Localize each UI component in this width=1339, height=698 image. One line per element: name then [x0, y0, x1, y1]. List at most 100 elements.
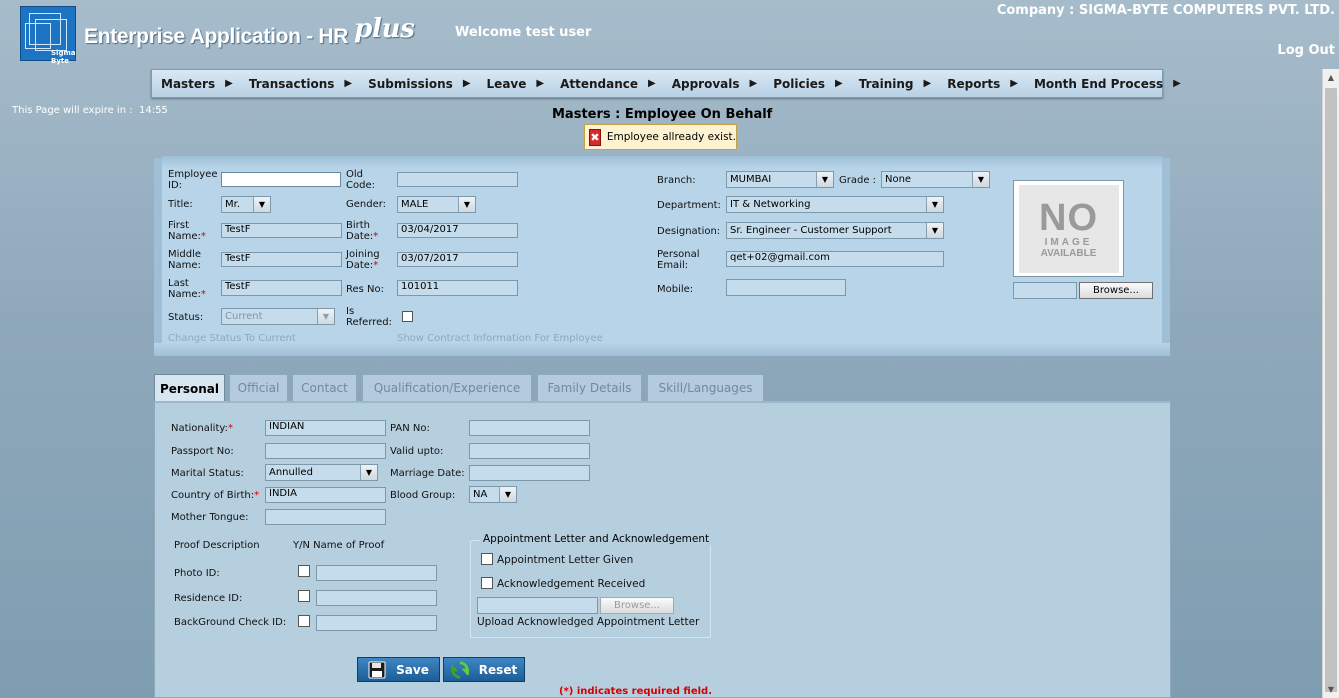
middle-name-input[interactable]: TestF [221, 252, 342, 267]
vertical-scrollbar[interactable]: ▲ ▼ [1322, 69, 1339, 698]
chevron-down-icon: ▼ [360, 465, 377, 480]
error-message: Employee allready exist. [606, 131, 736, 143]
tab-skill-languages[interactable]: Skill/Languages [647, 374, 764, 401]
reset-button[interactable]: Reset [443, 657, 525, 682]
is-referred-checkbox[interactable] [402, 311, 413, 322]
tab-official[interactable]: Official [229, 374, 288, 401]
menu-reports[interactable]: Reports ▶ [947, 77, 1018, 91]
company-name: Company : SIGMA-BYTE COMPUTERS PVT. LTD. [996, 3, 1335, 18]
nationality-input[interactable]: INDIAN [265, 420, 386, 436]
main-menu: Masters ▶ Transactions ▶ Submissions ▶ Leav… [151, 69, 1181, 98]
change-status-link: Change Status To Current [168, 333, 296, 344]
joining-date-input[interactable]: 03/07/2017 [397, 252, 518, 267]
scroll-thumb[interactable] [1325, 88, 1337, 692]
scroll-up-icon[interactable]: ▲ [1323, 69, 1339, 86]
country-of-birth-label: Country of Birth:* [171, 490, 260, 501]
menu-label: Attendance [560, 76, 639, 91]
menu-label: Month End Process [1033, 76, 1164, 91]
marital-status-value: Annulled [269, 467, 313, 478]
menu-submissions[interactable]: Submissions ▶ [368, 77, 470, 91]
photo-id-input[interactable] [316, 565, 437, 581]
first-name-label: First Name:* [168, 220, 206, 242]
tab-family-details[interactable]: Family Details [537, 374, 642, 401]
mother-tongue-input[interactable] [265, 509, 386, 525]
arrow-right-icon: ▶ [1010, 78, 1018, 89]
background-check-id-input[interactable] [316, 615, 437, 631]
photo-id-checkbox[interactable] [298, 565, 310, 577]
pan-input[interactable] [469, 420, 590, 436]
appointment-letter-given-checkbox[interactable] [481, 553, 493, 565]
welcome-message: Welcome test user [455, 25, 592, 40]
required-field-note: (*) indicates required field. [559, 686, 713, 697]
status-select: Current ▼ [221, 308, 335, 325]
menu-masters[interactable]: Masters ▶ [161, 77, 233, 91]
menu-attendance[interactable]: Attendance ▶ [560, 77, 656, 91]
menu-training[interactable]: Training ▶ [859, 77, 932, 91]
menu-month-end-process[interactable]: Month End Process ▶ [1034, 77, 1181, 91]
acknowledgement-received-label: Acknowledgement Received [497, 578, 646, 590]
birth-date-label: Birth Date:* [346, 220, 379, 242]
proof-description-header: Proof Description [174, 540, 260, 551]
joining-date-label: Joining Date:* [346, 249, 380, 271]
acknowledgement-browse-button[interactable]: Browse... [600, 597, 674, 614]
title-select[interactable]: Mr. ▼ [221, 196, 271, 213]
tab-contact[interactable]: Contact [292, 374, 357, 401]
menu-transactions[interactable]: Transactions ▶ [249, 77, 352, 91]
personal-email-input[interactable]: qet+02@gmail.com [726, 251, 944, 267]
residence-id-input[interactable] [316, 590, 437, 606]
last-name-input[interactable]: TestF [221, 280, 342, 296]
chevron-down-icon: ▼ [499, 487, 516, 502]
show-contract-link: Show Contract Information For Employee [397, 333, 603, 344]
photo-path-input[interactable] [1013, 282, 1077, 299]
menu-label: Submissions [368, 76, 453, 91]
floppy-disk-icon [368, 661, 386, 679]
appointment-letter-given-label: Appointment Letter Given [497, 554, 634, 566]
grade-value: None [885, 174, 912, 185]
scroll-down-icon[interactable]: ▼ [1323, 681, 1339, 698]
menu-leave[interactable]: Leave ▶ [487, 77, 545, 91]
birth-date-input[interactable]: 03/04/2017 [397, 223, 518, 238]
res-no-input[interactable]: 101011 [397, 280, 518, 296]
page-title: Masters : Employee On Behalf [552, 107, 773, 122]
menu-policies[interactable]: Policies ▶ [773, 77, 842, 91]
country-of-birth-input[interactable]: INDIA [265, 487, 386, 503]
session-expiry: This Page will expire in : 14:55 [12, 105, 168, 116]
tab-personal[interactable]: Personal [154, 374, 225, 402]
save-button[interactable]: Save [357, 657, 440, 682]
designation-select[interactable]: Sr. Engineer - Customer Support ▼ [726, 222, 944, 239]
photo-browse-button[interactable]: Browse... [1079, 282, 1153, 299]
marriage-date-input[interactable] [469, 465, 590, 481]
chevron-down-icon: ▼ [926, 197, 943, 212]
old-code-label: Old Code: [346, 169, 375, 191]
valid-upto-input[interactable] [469, 443, 590, 459]
department-select[interactable]: IT & Networking ▼ [726, 196, 944, 213]
acknowledgement-received-checkbox[interactable] [481, 577, 493, 589]
nationality-label: Nationality:* [171, 423, 233, 434]
mobile-input[interactable] [726, 279, 846, 296]
arrow-right-icon: ▶ [1173, 78, 1181, 89]
tab-qualification-experience[interactable]: Qualification/Experience [362, 374, 532, 401]
marital-status-label: Marital Status: [171, 468, 244, 479]
employee-id-input[interactable] [221, 172, 341, 187]
save-label: Save [396, 662, 429, 677]
residence-id-checkbox[interactable] [298, 590, 310, 602]
background-check-id-checkbox[interactable] [298, 615, 310, 627]
passport-input[interactable] [265, 443, 386, 459]
acknowledgement-file-input[interactable] [477, 597, 598, 614]
grade-select[interactable]: None ▼ [881, 171, 990, 188]
last-name-label: Last Name:* [168, 278, 206, 300]
blood-group-select[interactable]: NA ▼ [469, 486, 517, 503]
chevron-down-icon: ▼ [317, 309, 334, 324]
branch-select[interactable]: MUMBAI ▼ [726, 171, 834, 188]
arrow-right-icon: ▶ [225, 78, 233, 89]
gender-select[interactable]: MALE ▼ [397, 196, 476, 213]
menu-label: Masters [161, 76, 216, 91]
first-name-input[interactable]: TestF [221, 223, 342, 238]
arrow-right-icon: ▶ [923, 78, 932, 89]
old-code-input[interactable] [397, 172, 518, 187]
logout-link[interactable]: Log Out [1277, 43, 1335, 58]
chevron-down-icon: ▼ [253, 197, 270, 212]
is-referred-label: Is Referred: [346, 306, 393, 328]
menu-approvals[interactable]: Approvals ▶ [672, 77, 758, 91]
marital-status-select[interactable]: Annulled ▼ [265, 464, 378, 481]
